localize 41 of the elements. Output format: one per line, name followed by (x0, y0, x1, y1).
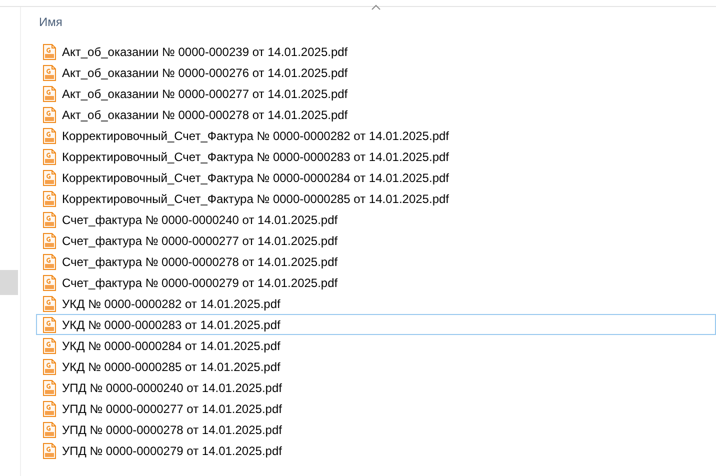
file-name[interactable]: Корректировочный_Счет_Фактура № 0000-0000282 от 14.01.2025.pdf (62, 128, 449, 142)
pdf-file-icon (43, 64, 56, 80)
pdf-file-icon (43, 274, 56, 290)
pdf-file-icon (43, 170, 56, 186)
nav-pane-highlight (0, 270, 18, 295)
file-name[interactable]: Счет_фактура № 0000-0000278 от 14.01.2025.pdf (62, 254, 338, 268)
pdf-file-icon (43, 422, 56, 438)
file-name[interactable]: Счет_фактура № 0000-0000240 от 14.01.2025.pdf (62, 212, 338, 226)
pdf-file-icon (43, 400, 56, 416)
pdf-file-icon (43, 212, 56, 228)
file-name[interactable]: УПД № 0000-0000240 от 14.01.2025.pdf (62, 380, 282, 394)
file-name[interactable]: Счет_фактура № 0000-0000277 от 14.01.2025.pdf (62, 234, 338, 248)
pdf-file-icon (43, 316, 56, 332)
pdf-file-icon (43, 254, 56, 270)
pdf-file-icon (43, 44, 56, 60)
file-name[interactable]: Корректировочный_Счет_Фактура № 0000-0000283 от 14.01.2025.pdf (62, 150, 449, 164)
pdf-file-icon (43, 190, 56, 206)
pdf-file-icon (43, 358, 56, 374)
pdf-file-icon (43, 232, 56, 248)
pdf-file-icon (43, 128, 56, 144)
file-name[interactable]: УКД № 0000-0000284 от 14.01.2025.pdf (62, 338, 280, 352)
pdf-file-icon (43, 338, 56, 354)
file-name[interactable]: Корректировочный_Счет_Фактура № 0000-0000284 от 14.01.2025.pdf (62, 170, 449, 184)
pdf-file-icon (43, 106, 56, 122)
file-name[interactable]: УКД № 0000-0000282 от 14.01.2025.pdf (62, 296, 280, 310)
file-name[interactable]: Акт_об_оказании № 0000-000276 от 14.01.2025.pdf (62, 66, 348, 80)
pdf-file-icon (43, 296, 56, 312)
file-name[interactable]: Акт_об_оказании № 0000-000278 от 14.01.2025.pdf (62, 108, 348, 122)
pdf-file-icon (43, 442, 56, 458)
file-name[interactable]: Акт_об_оказании № 0000-000277 от 14.01.2025.pdf (62, 86, 348, 100)
file-name[interactable]: Акт_об_оказании № 0000-000239 от 14.01.2025.pdf (62, 44, 348, 58)
file-name[interactable]: УПД № 0000-0000279 от 14.01.2025.pdf (62, 444, 282, 458)
pdf-file-icon (43, 380, 56, 396)
pdf-file-icon (43, 148, 56, 164)
file-name[interactable]: УПД № 0000-0000277 от 14.01.2025.pdf (62, 402, 282, 416)
file-name[interactable]: УКД № 0000-0000285 от 14.01.2025.pdf (62, 360, 280, 374)
file-name[interactable]: Счет_фактура № 0000-0000279 от 14.01.2025.pdf (62, 276, 338, 290)
pdf-file-icon (43, 86, 56, 102)
file-name[interactable]: УПД № 0000-0000278 от 14.01.2025.pdf (62, 422, 282, 436)
column-header[interactable]: Имя (39, 11, 62, 29)
file-name[interactable]: Корректировочный_Счет_Фактура № 0000-0000285 от 14.01.2025.pdf (62, 192, 449, 206)
